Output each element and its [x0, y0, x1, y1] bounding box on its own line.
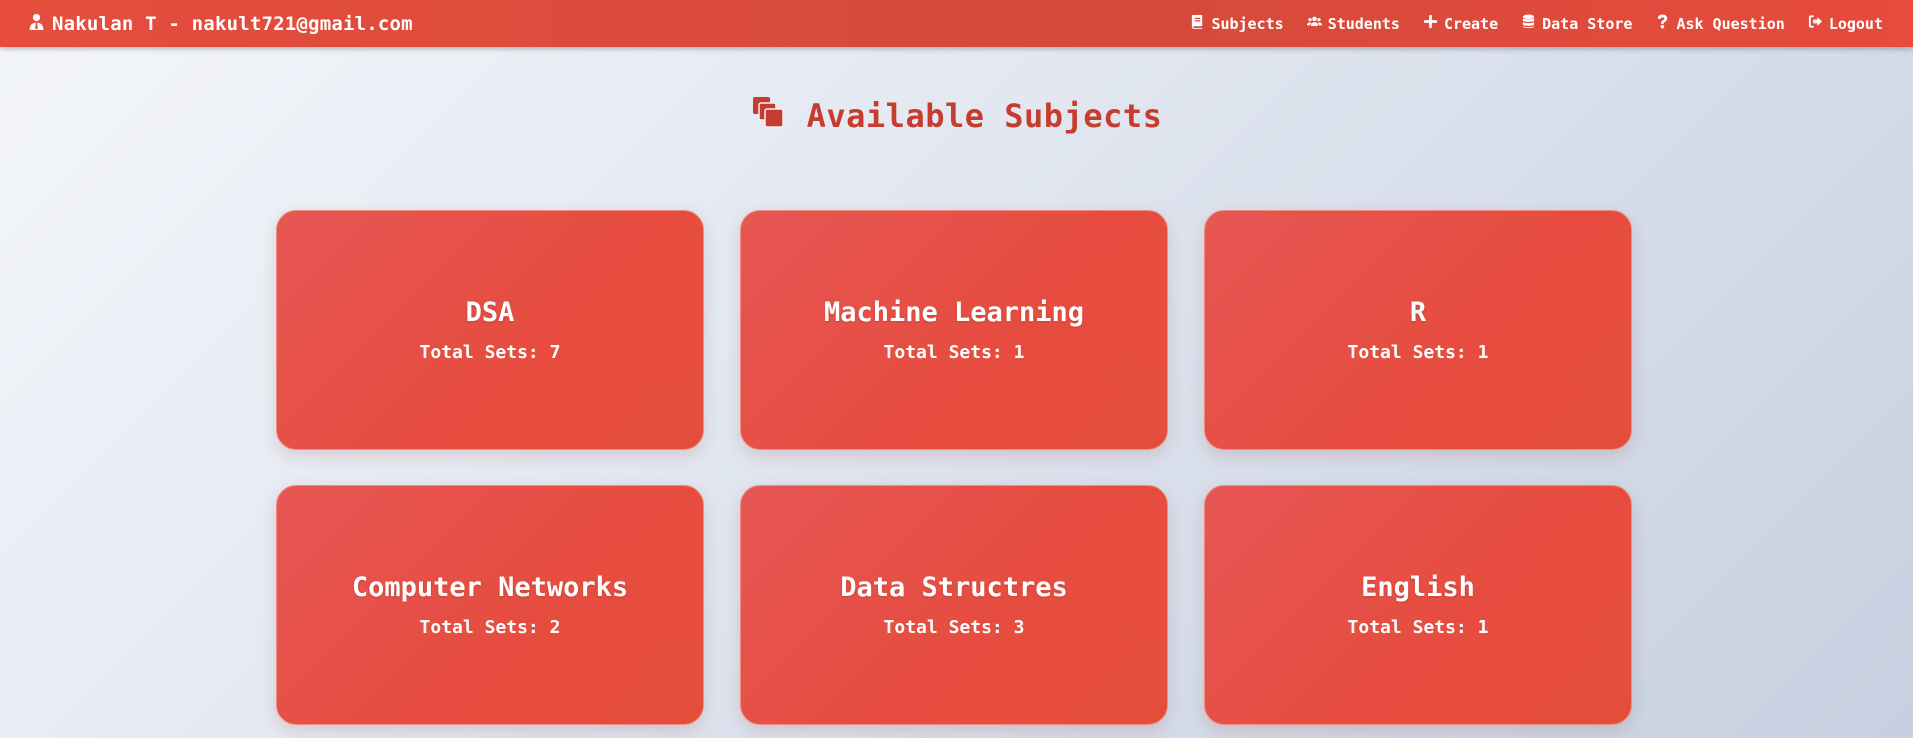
subject-card[interactable]: English Total Sets: 1	[1204, 485, 1632, 725]
logout-icon	[1808, 14, 1823, 33]
subject-card[interactable]: DSA Total Sets: 7	[276, 210, 704, 450]
subject-name: Computer Networks	[351, 572, 629, 603]
subject-name: R	[1409, 297, 1427, 328]
page-title: Available Subjects	[0, 95, 1913, 137]
subject-total-sets: Total Sets: 1	[1347, 617, 1489, 638]
subject-total-sets: Total Sets: 2	[419, 617, 561, 638]
user-label: Nakulan T - nakult721@gmail.com	[52, 12, 413, 35]
top-navbar: Nakulan T - nakult721@gmail.com Subjects	[0, 0, 1913, 47]
nav-data-store[interactable]: Data Store	[1521, 14, 1632, 33]
subject-card[interactable]: Computer Networks Total Sets: 2	[276, 485, 704, 725]
subject-card[interactable]: Machine Learning Total Sets: 1	[740, 210, 1168, 450]
subject-card[interactable]: R Total Sets: 1	[1204, 210, 1632, 450]
subject-card[interactable]: Data Structres Total Sets: 3	[740, 485, 1168, 725]
nav-subjects-label: Subjects	[1211, 14, 1284, 33]
subject-name: Machine Learning	[823, 297, 1085, 328]
nav-logout-label: Logout	[1828, 14, 1883, 33]
nav-ask-question[interactable]: Ask Question	[1655, 14, 1785, 33]
subject-name: DSA	[465, 297, 515, 328]
clone-icon	[751, 95, 785, 137]
nav-students-label: Students	[1327, 14, 1400, 33]
book-icon	[1190, 14, 1205, 33]
subject-total-sets: Total Sets: 1	[1347, 342, 1489, 363]
question-icon	[1655, 14, 1670, 33]
plus-icon	[1423, 14, 1438, 33]
nav-create[interactable]: Create	[1423, 14, 1498, 33]
nav-data-store-label: Data Store	[1542, 14, 1633, 33]
nav-subjects[interactable]: Subjects	[1190, 14, 1284, 33]
nav-create-label: Create	[1443, 14, 1499, 33]
subject-total-sets: Total Sets: 3	[883, 617, 1025, 638]
subject-total-sets: Total Sets: 1	[883, 342, 1025, 363]
database-icon	[1521, 14, 1536, 33]
users-icon	[1306, 14, 1322, 33]
nav-links: Subjects Students Create Data Store Ask …	[1190, 14, 1883, 33]
user-brand[interactable]: Nakulan T - nakult721@gmail.com	[28, 13, 413, 35]
subject-name: Data Structres	[840, 572, 1068, 603]
page-title-text: Available Subjects	[806, 97, 1163, 135]
nav-ask-question-label: Ask Question	[1676, 14, 1785, 33]
subjects-grid: DSA Total Sets: 7 Machine Learning Total…	[276, 210, 1632, 725]
user-tie-icon	[28, 13, 45, 35]
nav-students[interactable]: Students	[1306, 14, 1400, 33]
nav-logout[interactable]: Logout	[1808, 14, 1883, 33]
subject-name: English	[1361, 572, 1475, 603]
subject-total-sets: Total Sets: 7	[419, 342, 561, 363]
